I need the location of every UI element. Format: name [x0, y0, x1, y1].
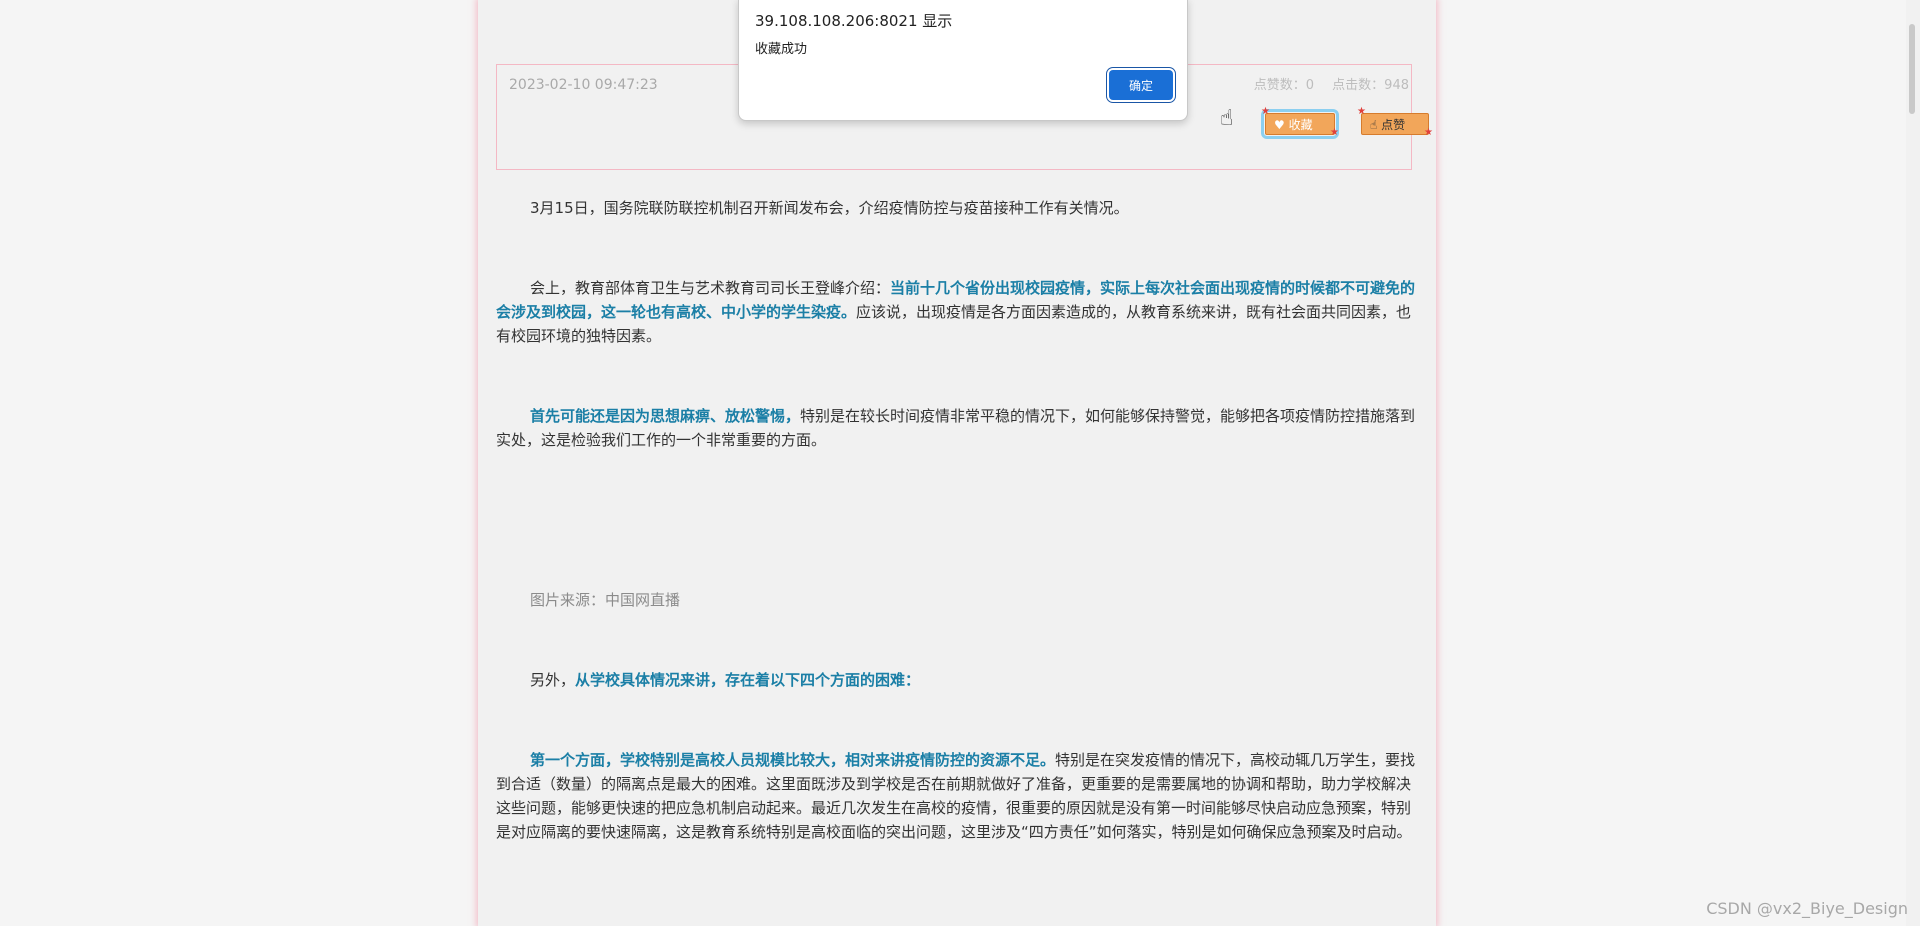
dialog-message: 收藏成功 [755, 42, 808, 57]
star-decoration-icon: ★ [1424, 127, 1433, 138]
alert-dialog: 39.108.108.206:8021 显示 收藏成功 确定 [738, 0, 1188, 121]
like-label: 点赞 [1381, 118, 1406, 132]
star-decoration-icon: ★ [1357, 106, 1366, 117]
article-paragraph: 第一个方面，学校特别是高校人员规模比较大，相对来讲疫情防控的资源不足。特别是在突… [496, 751, 1416, 841]
star-decoration-icon: ★ [1261, 106, 1270, 117]
click-count: 点击数：948 [1332, 78, 1409, 93]
like-button[interactable]: ★ ☝ 点赞 ★ [1357, 107, 1433, 138]
favorite-label: 收藏 [1288, 118, 1313, 132]
image-caption: 图片来源：中国网直播 [530, 591, 681, 609]
star-decoration-icon: ★ [1330, 127, 1339, 138]
article-paragraph: 首先可能还是因为思想麻痹、放松警惕，特别是在较长时间疫情非常平稳的情况下，如何能… [496, 407, 1416, 449]
thumbs-up-icon: ☝ [1370, 118, 1378, 132]
scrollbar[interactable] [1906, 0, 1920, 926]
scrollbar-thumb[interactable] [1909, 24, 1915, 114]
article-column: 2023-02-10 09:47:23 点赞数：0 点击数：948 ★ ♥ 收藏… [478, 0, 1436, 926]
like-count: 点赞数：0 [1253, 78, 1315, 93]
page: 2023-02-10 09:47:23 点赞数：0 点击数：948 ★ ♥ 收藏… [0, 0, 1920, 926]
publish-date: 2023-02-10 09:47:23 [509, 77, 658, 93]
dialog-title: 39.108.108.206:8021 显示 [755, 12, 953, 30]
ok-button[interactable]: 确定 [1109, 70, 1173, 100]
heart-icon: ♥ [1274, 118, 1285, 132]
watermark: CSDN @vx2_Biye_Design [1706, 899, 1908, 918]
article-paragraph: 另外，从学校具体情况来讲，存在着以下四个方面的困难： [530, 671, 921, 689]
highlight-text: 第一个方面，学校特别是高校人员规模比较大，相对来讲疫情防控的资源不足。 [530, 751, 1056, 769]
article-paragraph: 会上，教育部体育卫生与艺术教育司司长王登峰介绍：当前十几个省份出现校园疫情，实际… [496, 279, 1416, 345]
highlight-text: 从学校具体情况来讲，存在着以下四个方面的困难： [575, 671, 921, 689]
favorite-button[interactable]: ★ ♥ 收藏 ★ [1261, 107, 1339, 139]
hand-pointer-icon: ☝ [1220, 106, 1234, 131]
article-stats: 点赞数：0 点击数：948 [1240, 74, 1409, 93]
highlight-text: 首先可能还是因为思想麻痹、放松警惕， [530, 407, 801, 425]
article-paragraph: 3月15日，国务院联防联控机制召开新闻发布会，介绍疫情防控与疫苗接种工作有关情况… [530, 199, 1129, 217]
